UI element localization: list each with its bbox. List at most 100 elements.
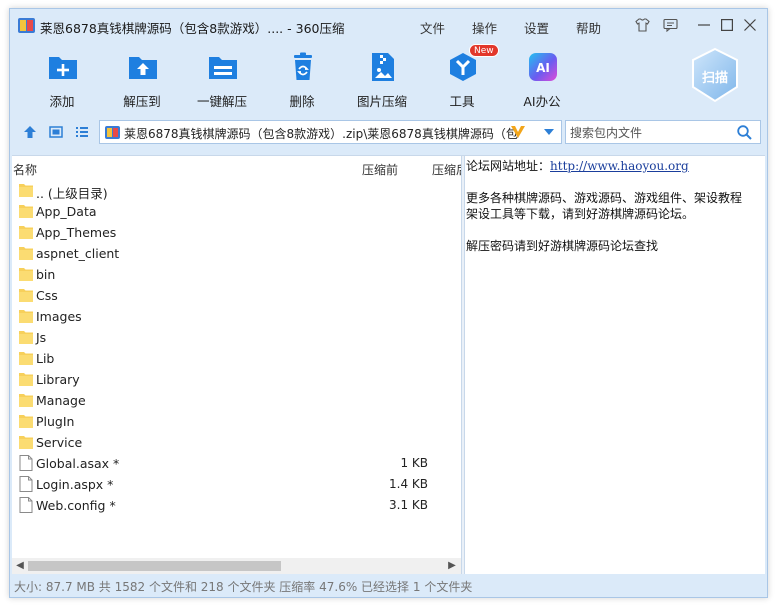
list-view-icon[interactable] bbox=[75, 125, 89, 139]
row-name: Css bbox=[36, 288, 58, 303]
address-bar[interactable]: 莱恩6878真钱棋牌源码（包含8款游戏）.zip\莱恩6878真钱棋牌源码（包 bbox=[99, 120, 562, 144]
file-row[interactable]: Login.aspx * 1.4 KB bbox=[12, 474, 461, 495]
file-rows: .. (上级目录) App_Data App_Themes aspnet_client… bbox=[12, 180, 461, 516]
folder-row[interactable]: aspnet_client bbox=[12, 243, 461, 264]
folder-row[interactable]: Images bbox=[12, 306, 461, 327]
ai-office-icon: AI bbox=[529, 53, 557, 81]
folder-row[interactable]: Service bbox=[12, 432, 461, 453]
scan-button[interactable]: 扫描 bbox=[689, 47, 741, 103]
folder-icon bbox=[19, 289, 33, 302]
minimize-icon[interactable] bbox=[696, 17, 712, 33]
feedback-icon[interactable] bbox=[662, 17, 678, 33]
file-row[interactable]: Global.asax * 1 KB bbox=[12, 453, 461, 474]
search-icon[interactable] bbox=[737, 125, 752, 140]
folder-row[interactable]: Css bbox=[12, 285, 461, 306]
delete-button[interactable]: 删除 bbox=[269, 47, 335, 111]
file-icon bbox=[19, 455, 33, 471]
row-size: 1 KB bbox=[400, 456, 428, 470]
row-name: Library bbox=[36, 372, 80, 387]
ai-office-label: AI办公 bbox=[523, 94, 561, 109]
folder-icon bbox=[19, 352, 33, 365]
folder-icon bbox=[19, 184, 33, 197]
file-row[interactable]: Web.config * 3.1 KB bbox=[12, 495, 461, 516]
row-size: 1.4 KB bbox=[389, 477, 428, 491]
status-bar: 大小: 87.7 MB 共 1582 个文件和 218 个文件夹 压缩率 47.… bbox=[14, 580, 473, 594]
row-name: Web.config * bbox=[36, 498, 116, 513]
image-compress-button[interactable]: 图片压缩 bbox=[349, 47, 415, 111]
menu-file[interactable]: 文件 bbox=[420, 18, 445, 37]
extract-to-icon bbox=[129, 57, 157, 79]
folder-row[interactable]: bin bbox=[12, 264, 461, 285]
row-name: aspnet_client bbox=[36, 246, 120, 261]
app-window: 莱恩6878真钱棋牌源码（包含8款游戏）.... - 360压缩 文件 操作 设… bbox=[9, 8, 768, 598]
delete-icon bbox=[294, 52, 312, 80]
forum-line: 论坛网站地址：http://www.haoyou.org bbox=[466, 158, 765, 174]
chevron-down-icon[interactable] bbox=[543, 128, 555, 136]
maximize-icon[interactable] bbox=[719, 17, 735, 33]
comment-line-3: 架设工具等下载，请到好游棋牌源码论坛。 bbox=[466, 207, 695, 221]
folder-icon bbox=[19, 310, 33, 323]
row-name: Global.asax * bbox=[36, 456, 120, 471]
folder-row[interactable]: App_Data bbox=[12, 201, 461, 222]
folder-row[interactable]: Lib bbox=[12, 348, 461, 369]
content-area: 名称 压缩前 压缩后 .. (上级目录) App_Data App_Themesas… bbox=[12, 155, 765, 574]
one-click-extract-button[interactable]: 一键解压 bbox=[189, 47, 255, 111]
column-header: 名称 压缩前 压缩后 bbox=[12, 156, 461, 178]
add-icon bbox=[49, 57, 77, 79]
column-size-before[interactable]: 压缩前 bbox=[362, 161, 398, 178]
up-arrow-icon[interactable] bbox=[23, 125, 37, 139]
folder-row[interactable]: Library bbox=[12, 369, 461, 390]
vip-badge-icon[interactable] bbox=[510, 125, 526, 139]
folder-icon bbox=[19, 373, 33, 386]
extract-to-button[interactable]: 解压到 bbox=[109, 47, 175, 111]
folder-row[interactable]: PlugIn bbox=[12, 411, 461, 432]
folder-icon bbox=[19, 247, 33, 260]
scroll-right-icon[interactable]: ▶ bbox=[446, 560, 458, 571]
tools-label: 工具 bbox=[449, 94, 475, 109]
window-title: 莱恩6878真钱棋牌源码（包含8款游戏）.... - 360压缩 bbox=[40, 21, 345, 36]
folder-icon bbox=[19, 436, 33, 449]
forum-link[interactable]: http://www.haoyou.org bbox=[550, 159, 689, 173]
menu-help[interactable]: 帮助 bbox=[576, 18, 601, 37]
folder-icon bbox=[19, 394, 33, 407]
add-label: 添加 bbox=[49, 94, 75, 109]
search-input[interactable] bbox=[570, 124, 730, 141]
folder-icon bbox=[19, 331, 33, 344]
scan-label: 扫描 bbox=[701, 71, 728, 86]
thumbnail-view-icon[interactable] bbox=[49, 125, 63, 139]
row-name: Images bbox=[36, 309, 82, 324]
row-name: bin bbox=[36, 267, 56, 282]
skin-shirt-icon[interactable] bbox=[634, 17, 650, 33]
add-button[interactable]: 添加 bbox=[29, 47, 95, 111]
comment-line-4: 解压密码请到好游棋牌源码论坛查找 bbox=[466, 239, 659, 253]
scrollbar-thumb[interactable] bbox=[28, 561, 281, 571]
row-name: Manage bbox=[36, 393, 86, 408]
horizontal-scrollbar[interactable]: ◀ ▶ bbox=[12, 558, 461, 574]
row-name: App_Data bbox=[36, 204, 97, 219]
archive-comment-pane: 论坛网站地址：http://www.haoyou.org 更多各种棋牌源码、游戏… bbox=[465, 156, 765, 574]
extract-to-label: 解压到 bbox=[123, 94, 161, 109]
tools-button[interactable]: New 工具 bbox=[429, 44, 499, 111]
row-name: Lib bbox=[36, 351, 55, 366]
file-icon bbox=[19, 476, 33, 492]
column-name[interactable]: 名称 bbox=[13, 161, 37, 178]
new-badge: New bbox=[469, 44, 499, 57]
file-list-pane: 名称 压缩前 压缩后 .. (上级目录) App_Data App_Themesas… bbox=[12, 156, 461, 574]
folder-row[interactable]: .. (上级目录) bbox=[12, 180, 461, 201]
folder-row[interactable]: Manage bbox=[12, 390, 461, 411]
folder-icon bbox=[19, 226, 33, 239]
column-size-after[interactable]: 压缩后 bbox=[432, 161, 461, 178]
folder-row[interactable]: App_Themes bbox=[12, 222, 461, 243]
folder-row[interactable]: Js bbox=[12, 327, 461, 348]
one-click-extract-label: 一键解压 bbox=[196, 94, 247, 109]
ai-office-button[interactable]: AI AI办公 bbox=[509, 47, 575, 111]
search-box bbox=[565, 120, 761, 144]
image-compress-icon bbox=[372, 53, 394, 81]
menu-settings[interactable]: 设置 bbox=[524, 18, 549, 37]
menu-operate[interactable]: 操作 bbox=[472, 18, 497, 37]
folder-icon bbox=[19, 415, 33, 428]
comment-line-2: 更多各种棋牌源码、游戏源码、游戏组件、架设教程 bbox=[466, 191, 743, 205]
close-icon[interactable] bbox=[742, 17, 758, 33]
archive-icon bbox=[105, 126, 120, 139]
scroll-left-icon[interactable]: ◀ bbox=[14, 560, 26, 571]
